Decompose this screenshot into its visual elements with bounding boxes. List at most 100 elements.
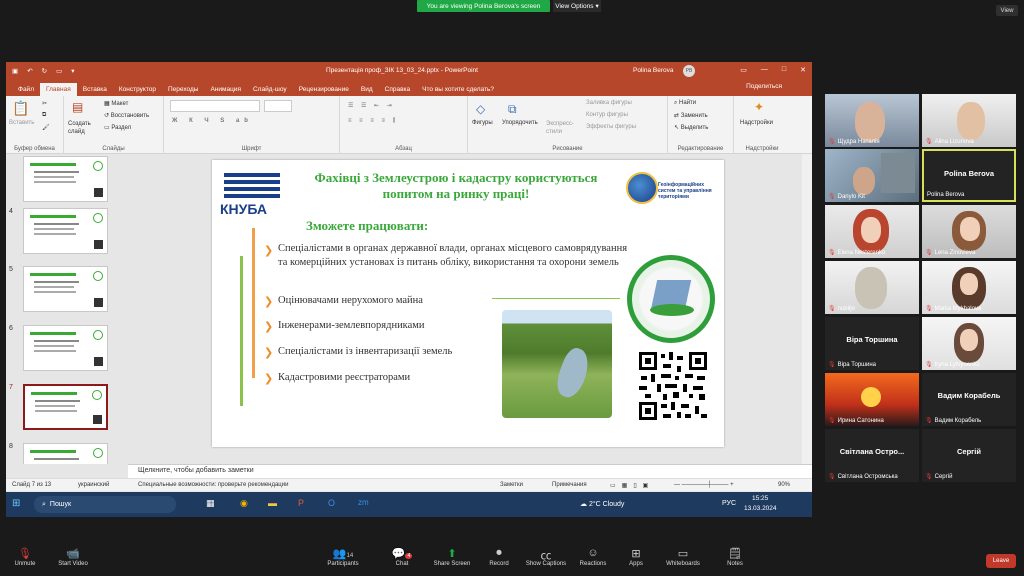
redo-icon[interactable]: ↻ bbox=[42, 67, 47, 75]
participant-tile[interactable]: Вадим Корабель 🎙 Вадим Корабель bbox=[922, 373, 1016, 426]
addins-button[interactable]: Надстройки bbox=[740, 120, 773, 126]
participant-tile-active-speaker[interactable]: Polina Berova Polina Berova bbox=[922, 149, 1016, 202]
shapes-button[interactable]: Фигуры bbox=[472, 120, 493, 126]
slide-thumbnail-5[interactable] bbox=[23, 266, 108, 312]
shape-outline-button[interactable]: Контур фигуры bbox=[586, 112, 628, 118]
taskbar-search[interactable]: ⌕ Пошук bbox=[34, 496, 176, 513]
align-buttons[interactable]: ≡ ≡ ≡ ≡ ⫼ bbox=[348, 118, 398, 125]
slide-thumbnail-4[interactable] bbox=[23, 208, 108, 254]
slide-thumbnail-8[interactable] bbox=[23, 443, 108, 464]
participant-tile[interactable]: Сергій 🎙 Сергій bbox=[922, 429, 1016, 482]
share-screen-button[interactable]: ⬆ Share Screen bbox=[427, 547, 477, 567]
arrange-button[interactable]: Упорядочить bbox=[502, 120, 538, 126]
outlook-icon[interactable]: O bbox=[328, 498, 335, 508]
chrome-icon[interactable]: ◉ bbox=[240, 498, 248, 509]
maximize-icon[interactable]: □ bbox=[782, 66, 786, 74]
shapes-icon[interactable]: ◇ bbox=[476, 102, 485, 116]
weather-widget[interactable]: ☁ 2°C Cloudy bbox=[580, 500, 624, 508]
tab-view[interactable]: Вид bbox=[355, 86, 379, 96]
quick-styles-button[interactable]: Экспресс-стили bbox=[546, 120, 576, 136]
start-video-button[interactable]: 📹 Start Video bbox=[48, 547, 98, 567]
whiteboards-button[interactable]: ▭ Whiteboards bbox=[658, 547, 708, 567]
windows-start-icon[interactable]: ⊞ bbox=[12, 498, 20, 509]
find-button[interactable]: ⌕ Найти bbox=[674, 100, 696, 107]
participant-tile[interactable]: 🎙 Danylo Kit bbox=[825, 149, 919, 202]
notes-button[interactable]: Заметки bbox=[500, 482, 523, 488]
record-button[interactable]: ⏺ Record bbox=[474, 547, 524, 567]
font-name-select[interactable] bbox=[170, 100, 260, 112]
participant-tile[interactable]: 🎙 Elena Nesterenko bbox=[825, 205, 919, 258]
font-size-select[interactable] bbox=[264, 100, 292, 112]
arrange-icon[interactable]: ⧉ bbox=[508, 102, 517, 117]
share-button[interactable]: Поделиться bbox=[740, 83, 788, 93]
participants-button[interactable]: 👥14 Participants bbox=[318, 547, 368, 567]
replace-button[interactable]: ⇄ Заменить bbox=[674, 112, 708, 119]
zoom-app-icon[interactable]: zm bbox=[358, 498, 369, 507]
ribbon-display-icon[interactable]: ▭ bbox=[740, 66, 747, 74]
new-slide-icon[interactable]: ▤ bbox=[72, 100, 83, 114]
captions-button[interactable]: ㏄ Show Captions bbox=[521, 547, 571, 567]
tell-me-search[interactable]: Что вы хотите сделать? bbox=[416, 86, 500, 96]
apps-button[interactable]: ⊞ Apps bbox=[611, 547, 661, 567]
clock-time[interactable]: 15:25 bbox=[752, 495, 768, 502]
user-name[interactable]: Polina Berova bbox=[633, 67, 673, 74]
tab-insert[interactable]: Вставка bbox=[77, 86, 113, 96]
leave-button[interactable]: Leave bbox=[986, 554, 1016, 568]
accessibility-status[interactable]: Специальные возможности: проверьте реком… bbox=[138, 482, 288, 488]
autosave-icon[interactable]: ▣ bbox=[12, 67, 18, 75]
participant-tile[interactable]: 🎙 Iryna Lytvynenko bbox=[922, 317, 1016, 370]
slide-scrollbar[interactable] bbox=[802, 154, 812, 464]
close-icon[interactable]: ✕ bbox=[800, 66, 806, 74]
slide-thumbnail-7[interactable] bbox=[23, 384, 108, 430]
keyboard-language[interactable]: РУС bbox=[722, 500, 736, 507]
slideshow-icon[interactable]: ▭ bbox=[56, 67, 62, 75]
slide-thumbnail-6[interactable] bbox=[23, 325, 108, 371]
font-format-buttons[interactable]: Ж К Ч S ab bbox=[172, 118, 253, 124]
tab-slideshow[interactable]: Слайд-шоу bbox=[247, 86, 293, 96]
customize-icon[interactable]: ▾ bbox=[71, 67, 74, 75]
clock-date[interactable]: 13.03.2024 bbox=[744, 505, 777, 512]
format-painter-icon[interactable]: 🖌 bbox=[42, 124, 50, 131]
participant-tile[interactable]: 🎙 nubiljo bbox=[825, 261, 919, 314]
participant-tile[interactable]: 🎙 Alina Lizunova bbox=[922, 94, 1016, 147]
participant-tile[interactable]: Світлана Остро... 🎙 Світлана Остромська bbox=[825, 429, 919, 482]
view-options-button[interactable]: View Options ▾ bbox=[553, 0, 601, 12]
avatar[interactable]: PB bbox=[683, 65, 695, 77]
select-button[interactable]: ↖ Выделить bbox=[674, 124, 708, 131]
tab-animations[interactable]: Анимация bbox=[204, 86, 247, 96]
participant-tile[interactable]: 🎙 Lena Zinovieva bbox=[922, 205, 1016, 258]
view-buttons[interactable]: ▭▦▯▣ bbox=[610, 482, 654, 489]
tab-transitions[interactable]: Переходы bbox=[162, 86, 205, 96]
tab-design[interactable]: Конструктор bbox=[113, 86, 162, 96]
tab-help[interactable]: Справка bbox=[379, 86, 417, 96]
addins-icon[interactable]: ✦ bbox=[754, 100, 764, 114]
explorer-icon[interactable]: ▬ bbox=[268, 498, 277, 508]
participant-tile[interactable]: 🎙 Щудра Наталія bbox=[825, 94, 919, 147]
participant-tile[interactable]: 🎙 Mariia Mykhalova bbox=[922, 261, 1016, 314]
copy-icon[interactable]: ⧉ bbox=[42, 112, 46, 119]
participant-tile[interactable]: 🎙 Ирина Сатонина bbox=[825, 373, 919, 426]
cut-icon[interactable]: ✂ bbox=[42, 100, 47, 107]
shape-fill-button[interactable]: Заливка фигуры bbox=[586, 100, 632, 106]
teams-icon[interactable]: ▦ bbox=[206, 498, 215, 509]
participant-tile[interactable]: Віра Торшина 🎙 Віра Торшина bbox=[825, 317, 919, 370]
layout-button[interactable]: ▦ Макет bbox=[104, 100, 128, 107]
comments-button[interactable]: Примечания bbox=[552, 482, 587, 488]
notes-button[interactable]: 🗒 Notes bbox=[710, 547, 760, 567]
powerpoint-icon[interactable]: P bbox=[298, 498, 304, 508]
minimize-icon[interactable]: — bbox=[761, 66, 768, 74]
zoom-level[interactable]: 90% bbox=[778, 482, 790, 488]
new-slide-button[interactable]: Создать слайд bbox=[68, 120, 98, 136]
slide-canvas[interactable]: КНУБА Фахівці з Землеустрою і кадастру к… bbox=[212, 160, 724, 447]
reset-button[interactable]: ↺ Восстановить bbox=[104, 112, 149, 119]
zoom-slider[interactable]: — ──────┼──── + bbox=[674, 482, 734, 488]
view-button[interactable]: View bbox=[996, 5, 1018, 16]
chat-button[interactable]: 💬 4 Chat bbox=[377, 547, 427, 567]
undo-icon[interactable]: ↶ bbox=[27, 67, 32, 75]
tab-file[interactable]: Файл bbox=[12, 86, 40, 96]
unmute-button[interactable]: 🎙 Unmute bbox=[0, 547, 50, 567]
slide-thumbnail-3[interactable] bbox=[23, 156, 108, 202]
shape-effects-button[interactable]: Эффекты фигуры bbox=[586, 124, 636, 130]
section-button[interactable]: ▭ Раздел bbox=[104, 124, 131, 131]
tab-review[interactable]: Рецензирование bbox=[293, 86, 355, 96]
